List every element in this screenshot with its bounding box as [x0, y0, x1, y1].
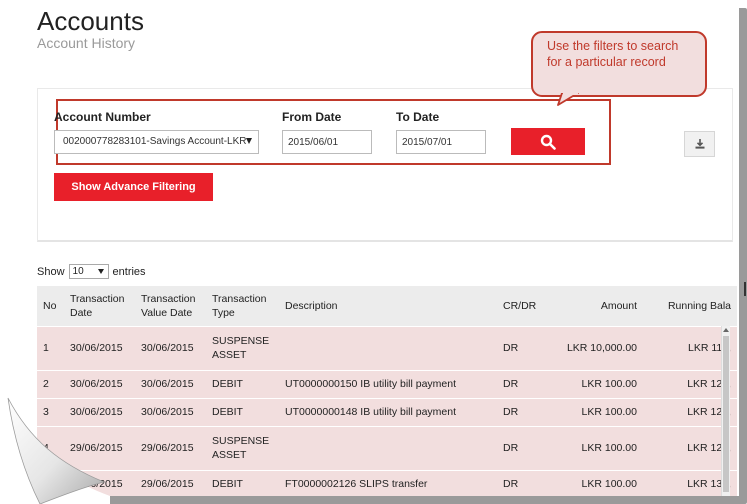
cell-crdr: DR [497, 325, 553, 370]
cell-description [279, 425, 497, 470]
cell-transaction-type: SUSPENSE ASSET [206, 425, 279, 470]
table-scrollbar[interactable] [721, 326, 730, 496]
page-subtitle: Account History [37, 35, 136, 51]
account-number-select[interactable]: 002000778283101-Savings Account-LKR [54, 130, 259, 154]
cell-value-date: 30/06/2015 [135, 325, 206, 370]
cell-crdr: DR [497, 369, 553, 398]
col-header-running-balance[interactable]: Running Bala [643, 286, 737, 326]
cell-no: 1 [37, 325, 64, 370]
cell-amount: LKR 100.00 [553, 425, 643, 470]
cell-description: UT0000000148 IB utility bill payment [279, 397, 497, 426]
search-button[interactable] [511, 128, 585, 155]
chevron-down-icon [97, 269, 104, 274]
entries-suffix: entries [112, 265, 146, 278]
account-number-label: Account Number [54, 110, 151, 124]
cell-value-date: 30/06/2015 [135, 369, 206, 398]
cell-crdr: DR [497, 469, 553, 496]
cell-amount: LKR 100.00 [553, 469, 643, 496]
cell-crdr: DR [497, 425, 553, 470]
chevron-down-icon [246, 138, 252, 144]
col-header-value-date[interactable]: Transaction Value Date [135, 286, 206, 326]
search-icon [540, 134, 556, 150]
cell-description [279, 325, 497, 370]
callout-tail [557, 93, 579, 106]
show-advance-filtering-button[interactable]: Show Advance Filtering [54, 173, 213, 201]
cell-value-date: 29/06/2015 [135, 425, 206, 470]
col-header-description[interactable]: Description [279, 286, 497, 326]
cell-transaction-type: SUSPENSE ASSET [206, 325, 279, 370]
cell-value-date: 30/06/2015 [135, 397, 206, 426]
show-entries: Show 10 entries [37, 264, 146, 279]
table-row[interactable]: 3 30/06/2015 30/06/2015 DEBIT UT00000001… [37, 397, 737, 426]
table-row[interactable]: 4 29/06/2015 29/06/2015 SUSPENSE ASSET D… [37, 425, 737, 470]
text-cursor-icon [744, 282, 746, 296]
cell-value-date: 29/06/2015 [135, 469, 206, 496]
entries-value: 10 [72, 266, 84, 277]
col-header-transaction-type[interactable]: Transaction Type [206, 286, 279, 326]
cell-amount: LKR 100.00 [553, 397, 643, 426]
cell-amount: LKR 100.00 [553, 369, 643, 398]
cell-crdr: DR [497, 397, 553, 426]
cell-transaction-type: DEBIT [206, 397, 279, 426]
account-number-value: 002000778283101-Savings Account-LKR [63, 136, 247, 147]
entries-select[interactable]: 10 [68, 264, 109, 279]
cell-description: UT0000000150 IB utility bill payment [279, 369, 497, 398]
transactions-table: No Transaction Date Transaction Value Da… [37, 286, 737, 496]
download-icon [695, 139, 704, 149]
from-date-label: From Date [282, 110, 342, 124]
to-date-label: To Date [396, 110, 440, 124]
page: Accounts Account History Account Number … [14, 0, 739, 496]
cell-transaction-type: DEBIT [206, 369, 279, 398]
show-label: Show [37, 265, 65, 278]
table-row[interactable]: 2 30/06/2015 30/06/2015 DEBIT UT00000001… [37, 369, 737, 398]
col-header-transaction-date[interactable]: Transaction Date [64, 286, 135, 326]
page-curl [0, 380, 110, 504]
to-date-input[interactable]: 2015/07/01 [396, 130, 486, 154]
table-header-row: No Transaction Date Transaction Value Da… [37, 286, 737, 326]
callout-note: Use the filters to search for a particul… [531, 31, 707, 97]
cell-description: FT0000002126 SLIPS transfer [279, 469, 497, 496]
cell-transaction-date: 30/06/2015 [64, 325, 135, 370]
download-button[interactable] [684, 131, 715, 157]
table-row[interactable]: 1 30/06/2015 30/06/2015 SUSPENSE ASSET D… [37, 325, 737, 370]
col-header-amount[interactable]: Amount [553, 286, 643, 326]
cell-amount: LKR 10,000.00 [553, 325, 643, 370]
table-row[interactable]: 5 29/06/2015 29/06/2015 DEBIT FT00000021… [37, 469, 737, 496]
col-header-no[interactable]: No [37, 286, 64, 326]
from-date-input[interactable]: 2015/06/01 [282, 130, 372, 154]
scroll-thumb[interactable] [723, 336, 729, 492]
page-title: Accounts [37, 6, 144, 36]
cell-transaction-type: DEBIT [206, 469, 279, 496]
col-header-crdr[interactable]: CR/DR [497, 286, 553, 326]
scroll-up-arrow-icon[interactable] [723, 328, 729, 332]
